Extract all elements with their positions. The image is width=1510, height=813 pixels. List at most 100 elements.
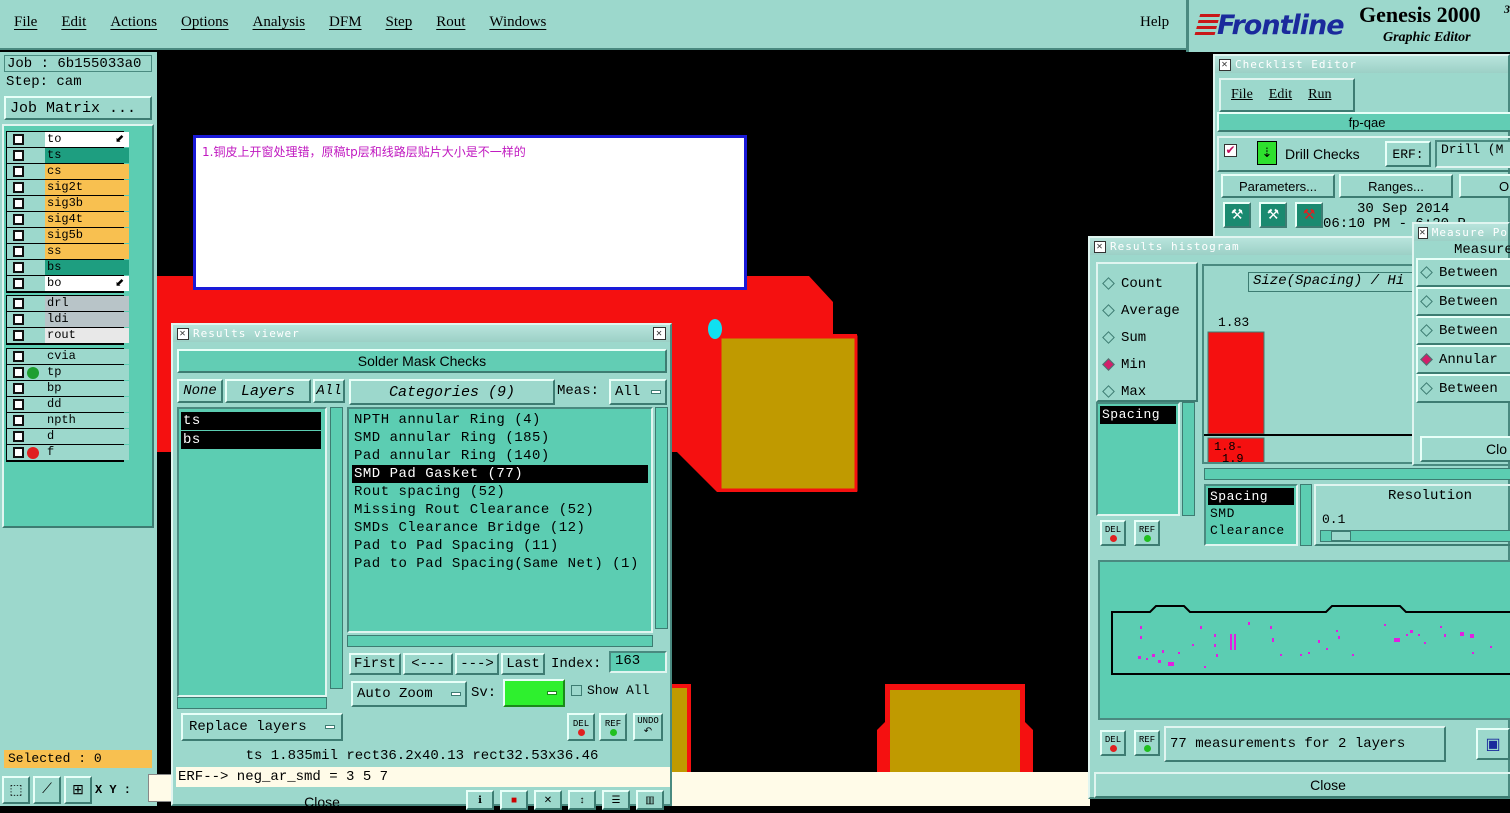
measure-class-list[interactable]: Spacing SMD Clearance [1204, 484, 1298, 546]
category-list[interactable]: NPTH annular Ring (4) SMD annular Ring (1… [347, 407, 653, 633]
show-all-checkbox[interactable] [571, 685, 582, 696]
menu-file[interactable]: File [14, 14, 37, 31]
job-matrix-button[interactable]: Job Matrix ... [4, 96, 152, 120]
measure-option[interactable]: Between [1416, 316, 1510, 345]
layer-row[interactable]: f [7, 445, 129, 461]
layer-row[interactable]: sig5b [7, 228, 129, 244]
layer-row[interactable]: bo ⬋ [7, 276, 129, 292]
layer-row[interactable]: dd [7, 397, 129, 413]
chart-hscroll[interactable] [1204, 468, 1510, 480]
category-item[interactable]: SMD annular Ring (185) [352, 429, 648, 447]
ref-button[interactable]: REF [599, 713, 627, 741]
category-item[interactable]: NPTH annular Ring (4) [352, 411, 648, 429]
layer-list-vscroll[interactable] [330, 407, 343, 689]
menu-options[interactable]: Options [181, 14, 229, 31]
layer-result-item[interactable]: ts [181, 412, 321, 430]
layer-checkbox[interactable] [13, 214, 24, 225]
layer-checkbox[interactable] [13, 134, 24, 145]
close-icon[interactable]: ✕ [653, 327, 666, 340]
layer-checkbox[interactable] [13, 166, 24, 177]
layer-row[interactable]: sig3b [7, 196, 129, 212]
layer-checkbox[interactable] [13, 447, 24, 458]
category-item[interactable]: Pad annular Ring (140) [352, 447, 648, 465]
layer-checkbox[interactable] [13, 262, 24, 273]
ranges-button[interactable]: Ranges... [1339, 174, 1453, 198]
erf-field[interactable]: Drill (M [1435, 140, 1510, 168]
snap-grid-icon[interactable]: ⊞ [64, 776, 92, 804]
run-icon[interactable]: ⚒ [1223, 202, 1251, 228]
layer-list-hscroll[interactable] [177, 697, 327, 709]
auto-zoom-dropdown[interactable]: Auto Zoom [351, 681, 467, 707]
undo-button[interactable]: UNDO ↶ [633, 713, 663, 741]
layer-row[interactable]: cs [7, 164, 129, 180]
item-checkbox[interactable]: ✔ [1224, 144, 1237, 157]
measure-option[interactable]: Between [1416, 287, 1510, 316]
category-item[interactable]: Missing Rout Clearance (52) [352, 501, 648, 519]
measure-option[interactable]: Between [1416, 258, 1510, 287]
layer-row[interactable]: bp [7, 381, 129, 397]
measure-type-list[interactable]: Spacing [1096, 402, 1180, 516]
resolution-slider[interactable] [1320, 530, 1510, 542]
run-selected-icon[interactable]: ⚒ [1259, 202, 1287, 228]
mode-sum-radio[interactable]: Sum [1102, 324, 1196, 351]
help-menu[interactable]: Help [1140, 14, 1169, 31]
layer-checkbox[interactable] [13, 330, 24, 341]
last-button[interactable]: Last [501, 653, 545, 675]
mode-average-radio[interactable]: Average [1102, 297, 1196, 324]
mode-max-radio[interactable]: Max [1102, 378, 1196, 405]
measure-class-item[interactable]: SMD [1208, 505, 1294, 522]
layer-checkbox[interactable] [13, 351, 24, 362]
info-tool-icon[interactable]: ℹ [466, 790, 494, 810]
chart-tool-icon[interactable]: ▥ [636, 790, 664, 810]
del-button[interactable]: DEL [567, 713, 595, 741]
category-item[interactable]: Pad to Pad Spacing (11) [352, 537, 648, 555]
first-button[interactable]: First [349, 653, 401, 675]
layer-checkbox[interactable] [13, 314, 24, 325]
checklist-menu-edit[interactable]: Edit [1269, 87, 1292, 103]
menu-actions[interactable]: Actions [110, 14, 157, 31]
layer-checkbox[interactable] [13, 367, 24, 378]
measure-option[interactable]: Between [1416, 374, 1510, 403]
report-tool-icon[interactable]: ☰ [602, 790, 630, 810]
checklist-menu-file[interactable]: File [1231, 87, 1253, 103]
layer-row[interactable]: sig2t [7, 180, 129, 196]
menu-windows[interactable]: Windows [489, 14, 546, 31]
layer-row[interactable]: drl [7, 296, 129, 312]
prev-button[interactable]: <--- [403, 653, 453, 675]
category-item[interactable]: Rout spacing (52) [352, 483, 648, 501]
layer-checkbox[interactable] [13, 399, 24, 410]
zoom-fit-icon[interactable]: ⬚ [2, 776, 30, 804]
step-tool-icon[interactable]: ↕ [568, 790, 596, 810]
mode-min-radio[interactable]: Min [1102, 351, 1196, 378]
type-list-vscroll[interactable] [1182, 402, 1195, 516]
layer-row[interactable]: ldi [7, 312, 129, 328]
all-layers-button[interactable]: All [313, 379, 345, 403]
layer-checkbox[interactable] [13, 431, 24, 442]
menu-rout[interactable]: Rout [436, 14, 465, 31]
category-list-vscroll[interactable] [655, 407, 668, 629]
layer-row[interactable]: sig4t [7, 212, 129, 228]
close-results-button[interactable]: Close [177, 791, 467, 810]
only-button[interactable]: Onl [1459, 174, 1510, 198]
close-histogram-button[interactable]: Close [1094, 772, 1510, 798]
list-item[interactable]: Spacing [1100, 406, 1176, 424]
parameters-button[interactable]: Parameters... [1221, 174, 1335, 198]
layer-row[interactable]: ts [7, 148, 129, 164]
layer-row[interactable]: to ⬋ [7, 132, 129, 148]
hist-del-button[interactable]: DEL [1100, 520, 1126, 546]
window-menu-icon[interactable]: ✕ [1219, 58, 1231, 71]
class-list-vscroll[interactable] [1300, 484, 1312, 546]
category-list-hscroll[interactable] [347, 635, 653, 647]
layer-row[interactable]: cvia [7, 349, 129, 365]
histogram-bar[interactable] [1207, 331, 1265, 435]
category-item[interactable]: SMD Pad Gasket (77) [352, 465, 648, 483]
window-menu-icon[interactable]: ✕ [1094, 240, 1106, 253]
layer-checkbox[interactable] [13, 383, 24, 394]
layer-row[interactable]: npth [7, 413, 129, 429]
window-menu-icon[interactable]: ✕ [1418, 226, 1428, 239]
layer-results-list[interactable]: ts bs [177, 407, 327, 697]
layer-checkbox[interactable] [13, 278, 24, 289]
layer-row[interactable]: ss [7, 244, 129, 260]
red-tool-icon[interactable]: ■ [500, 790, 528, 810]
measure-option[interactable]: Annular [1416, 345, 1510, 374]
